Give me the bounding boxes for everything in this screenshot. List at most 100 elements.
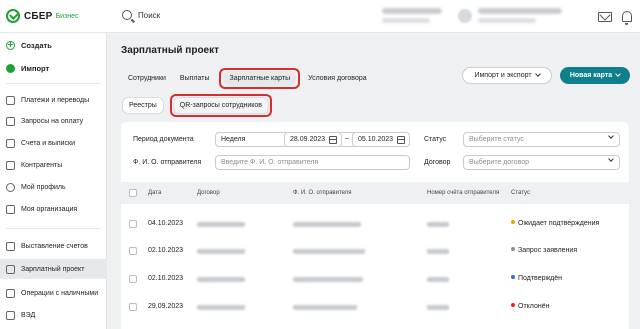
requests-icon [6,116,15,126]
salary-icon [6,264,15,274]
sidebar-item-invoicing[interactable]: Выставление счетов [0,236,107,256]
contract-redacted [197,222,245,227]
column-header-status[interactable]: Статус [511,190,530,196]
import-export-label: Импорт и экспорт [474,72,532,79]
select-all-checkbox[interactable] [129,189,137,197]
status-dot-icon [511,303,515,308]
import-export-button[interactable]: Импорт и экспорт [462,67,552,84]
highlight-frame: Зарплатные карты [219,68,301,89]
status-dot-icon [511,220,515,225]
column-header-contract[interactable]: Договор [197,190,220,196]
brand-suffix: Бизнес [55,12,79,20]
contract-redacted [197,277,245,282]
mail-icon[interactable] [598,12,612,22]
row-checkbox[interactable] [129,303,137,311]
column-header-date[interactable]: Дата [148,190,161,196]
sidebar-item-label: Платежи и переводы [21,96,90,104]
sidebar-item-label: Импорт [21,63,50,73]
tab-employees[interactable]: Сотрудники [122,71,172,86]
table-row[interactable]: 04.10.2023 Ожидает подтверждения [121,210,629,237]
column-header-sender[interactable]: Ф. И. О. отправителя [293,190,352,196]
row-checkbox[interactable] [129,247,137,255]
account-redacted [427,305,449,310]
row-status: Запрос заявления [518,247,578,254]
search-icon [122,10,132,20]
period-label: Период документа [133,136,194,143]
bell-icon[interactable] [622,11,632,25]
organization-name-redacted[interactable] [478,8,562,14]
contract-placeholder: Выберите договор [469,159,529,166]
sender-redacted [293,277,363,282]
chevron-down-icon [608,156,614,162]
table-row[interactable]: 29.09.2023 Отклонён [121,293,629,320]
subtab-registers[interactable]: Реестры [122,97,164,114]
date-separator: – [345,135,349,142]
new-card-button[interactable]: Новая карта [560,67,630,84]
status-badge: Подтверждён [511,275,562,282]
sender-redacted [293,222,361,227]
counterparties-icon [6,160,15,170]
status-badge: Запрос заявления [511,247,577,254]
sidebar-item-counterparties[interactable]: Контрагенты [0,155,107,175]
period-value: Неделя [221,136,246,143]
divider [6,228,101,229]
tab-salary-cards[interactable]: Зарплатные карты [223,71,297,86]
sidebar-item-payment-requests[interactable]: Запросы на оплату [0,111,107,131]
global-search[interactable]: Поиск [122,10,160,20]
sber-logo-icon [6,9,20,23]
sidebar-item-accounts[interactable]: Счета и выписки [0,133,107,153]
row-checkbox[interactable] [129,220,137,228]
plus-circle-icon [6,40,15,50]
organization-icon [6,204,15,214]
row-date: 29.09.2023 [148,303,184,310]
sidebar-item-label: Операции с наличными [21,289,99,297]
row-checkbox[interactable] [129,275,137,283]
avatar[interactable] [458,9,472,23]
sidebar-item-payments[interactable]: Платежи и переводы [0,90,107,110]
filter-panel: Период документа Неделя 28.09.2023 – 05.… [121,122,629,182]
subtab-qr-requests[interactable]: QR-запросы сотрудников [172,97,269,114]
brand-name: СБЕР [24,10,53,22]
user-name-redacted [478,18,536,23]
tab-contract-terms[interactable]: Условия договора [302,71,373,86]
sidebar: Создать Импорт Платежи и переводы Запрос… [0,33,107,329]
chevron-down-icon [534,71,541,77]
contract-select[interactable]: Выберите договор [463,155,620,170]
row-status: Подтверждён [518,275,563,282]
sidebar-item-label: Мой профиль [21,183,66,191]
status-badge: Отклонён [511,303,549,310]
status-dot-icon [511,247,515,252]
sender-label: Ф. И. О. отправителя [133,159,202,166]
status-select[interactable]: Выберите статус [463,132,620,147]
table-row[interactable]: 02.10.2023 Подтверждён [121,265,629,292]
sender-name-input[interactable]: Введите Ф. И. О. отправителя [215,155,410,170]
sidebar-item-organization[interactable]: Моя организация [0,199,107,219]
status-dot-icon [511,275,515,280]
date-from-field[interactable]: 28.09.2023 [284,132,342,147]
sidebar-item-import[interactable]: Импорт [0,58,107,78]
sender-placeholder: Введите Ф. И. О. отправителя [221,159,319,166]
sidebar-item-cash-operations[interactable]: Операции с наличными [0,283,107,303]
sidebar-item-label: Выставление счетов [21,242,88,250]
sidebar-item-label: Контрагенты [21,161,63,169]
sidebar-item-ved[interactable]: ВЭД [0,305,107,325]
contract-label: Договор [424,159,451,166]
account-details-redacted [382,18,430,23]
table-row[interactable]: 02.10.2023 Запрос заявления [121,237,629,264]
tab-payouts[interactable]: Выплаты [174,71,216,86]
table-header: Дата Договор Ф. И. О. отправителя Номер … [121,182,629,204]
sub-tabs: Реестры QR-запросы сотрудников [122,94,272,117]
sidebar-item-create[interactable]: Создать [0,35,107,55]
top-bar: СБЕР Бизнес Поиск [0,0,640,33]
sender-redacted [293,249,365,254]
qr-requests-table: Дата Договор Ф. И. О. отправителя Номер … [121,182,629,329]
payments-icon [6,95,15,105]
highlight-frame: QR-запросы сотрудников [169,94,272,117]
invoice-icon [6,241,15,251]
sidebar-item-profile[interactable]: Мой профиль [0,177,107,197]
sidebar-item-label: Счета и выписки [21,139,76,147]
column-header-account[interactable]: Номер счёта отправителя [427,190,499,196]
date-to-field[interactable]: 05.10.2023 [352,132,410,147]
sidebar-item-salary-project[interactable]: Зарплатный проект [0,259,107,279]
sber-business-logo[interactable]: СБЕР Бизнес [6,9,79,23]
